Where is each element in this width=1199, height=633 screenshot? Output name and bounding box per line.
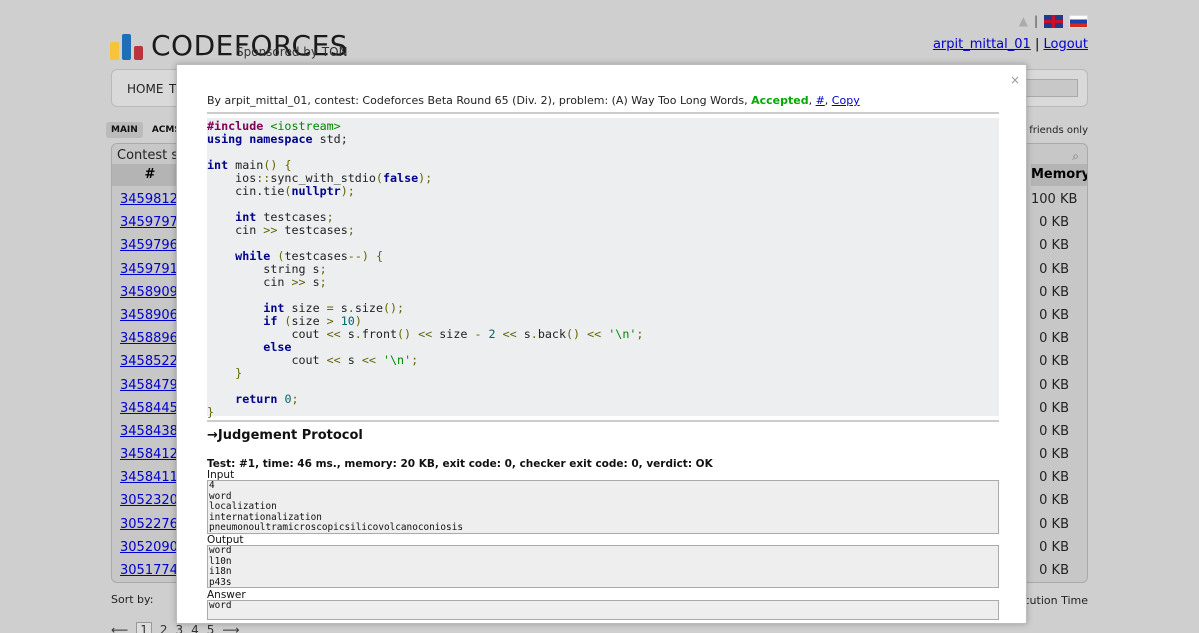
memory-cell: 0 KB: [1039, 377, 1069, 393]
memory-cell: 0 KB: [1039, 516, 1069, 532]
page-background: CODEFORCES Sponsored by TON ▲ | arpit_mi…: [0, 0, 1199, 633]
memory-cell: 0 KB: [1039, 238, 1069, 254]
page-link[interactable]: 4: [191, 623, 199, 633]
verdict-accepted: Accepted: [751, 94, 809, 107]
input-box: 4 word localization internationalization…: [207, 480, 999, 534]
russian-flag-icon[interactable]: [1069, 14, 1088, 28]
memory-cell: 0 KB: [1039, 400, 1069, 416]
prev-arrow-icon[interactable]: ⟵: [111, 623, 128, 633]
submission-meta: By arpit_mittal_01, contest: Codeforces …: [207, 94, 860, 107]
separator: |: [1034, 37, 1040, 52]
judgement-protocol-title[interactable]: →Judgement Protocol: [207, 428, 363, 443]
memory-cell: 0 KB: [1039, 423, 1069, 439]
submission-modal: × By arpit_mittal_01, contest: Codeforce…: [176, 64, 1027, 624]
nav-home[interactable]: HOME: [127, 82, 163, 96]
english-flag-icon[interactable]: [1044, 14, 1063, 28]
notification-bell-icon[interactable]: ▲: [1016, 15, 1028, 27]
page-link[interactable]: 2: [160, 623, 168, 633]
memory-cell: 100 KB: [1031, 192, 1078, 207]
username-link[interactable]: arpit_mittal_01: [933, 37, 1031, 52]
memory-cell: 0 KB: [1039, 470, 1069, 486]
meta-text: By arpit_mittal_01, contest: Codeforces …: [207, 94, 752, 107]
sort-by-label: Sort by:: [111, 593, 154, 606]
separator: |: [1033, 14, 1038, 28]
page-link[interactable]: 1: [136, 622, 152, 633]
memory-cell: 0 KB: [1039, 354, 1069, 370]
output-box: word l10n i18n p43s: [207, 545, 999, 588]
source-code-block: #include <iostream> using namespace std; …: [207, 118, 999, 419]
column-header-memory: Memory: [1031, 164, 1087, 186]
memory-cell: 0 KB: [1039, 493, 1069, 509]
memory-cell: 0 KB: [1039, 331, 1069, 347]
copy-link[interactable]: Copy: [832, 94, 860, 107]
memory-cell: 0 KB: [1039, 307, 1069, 323]
memory-cell: 0 KB: [1039, 215, 1069, 231]
logout-link[interactable]: Logout: [1043, 37, 1088, 52]
memory-cell: 0 KB: [1039, 261, 1069, 277]
search-icon[interactable]: ⌕: [1072, 149, 1079, 164]
memory-column: 100 KB 0 KB 0 KB 0 KB 0 KB 0 KB 0 KB 0 KB 0 KB 0 …: [1031, 188, 1087, 582]
page-link[interactable]: 5: [207, 623, 215, 633]
divider: [207, 112, 999, 114]
logo-bars-icon: [110, 34, 143, 60]
page-link[interactable]: 3: [175, 623, 183, 633]
memory-cell: 0 KB: [1039, 284, 1069, 300]
tab-main[interactable]: MAIN: [106, 122, 143, 138]
hash-link[interactable]: #: [816, 94, 825, 107]
test-result-line: Test: #1, time: 46 ms., memory: 20 KB, e…: [207, 458, 713, 470]
next-arrow-icon[interactable]: ⟶: [222, 623, 239, 633]
header-user-area: ▲ | arpit_mittal_01 | Logout: [933, 13, 1088, 52]
answer-box: word: [207, 600, 999, 620]
divider: [207, 420, 999, 422]
memory-cell: 0 KB: [1039, 539, 1069, 555]
memory-cell: 0 KB: [1039, 563, 1069, 578]
friends-only-label: friends only: [1029, 125, 1088, 136]
sponsor-text: Sponsored by TON: [236, 45, 348, 59]
memory-cell: 0 KB: [1039, 447, 1069, 463]
close-icon[interactable]: ×: [1010, 73, 1020, 87]
